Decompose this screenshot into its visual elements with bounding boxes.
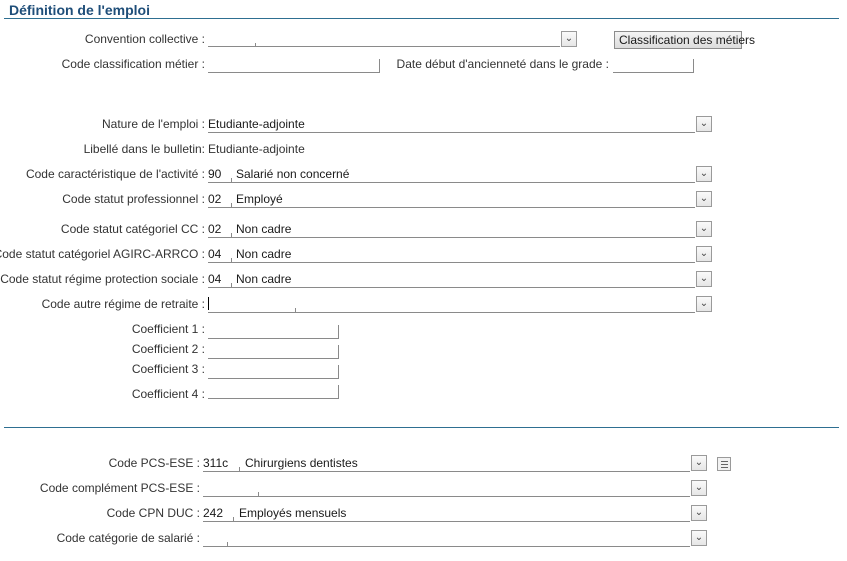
pcs-ese-label: Code PCS-ESE :: [108, 456, 200, 470]
nature-dropdown-button[interactable]: ⌄: [696, 116, 712, 132]
caracteristique-text: Salarié non concerné: [236, 167, 350, 181]
caracteristique-select[interactable]: 90 Salarié non concerné: [208, 166, 695, 183]
statut-cc-dropdown-button[interactable]: ⌄: [696, 221, 712, 237]
statut-regime-code: 04: [208, 272, 222, 286]
complement-pcs-dropdown-button[interactable]: ⌄: [691, 480, 707, 496]
cpn-duc-label: Code CPN DUC :: [106, 506, 200, 520]
cpn-duc-code: 242: [203, 506, 224, 520]
coefficient-3-input[interactable]: [208, 365, 339, 379]
cpn-duc-dropdown-button[interactable]: ⌄: [691, 505, 707, 521]
coefficient-4-input[interactable]: [208, 385, 339, 399]
pcs-ese-select[interactable]: 311c Chirurgiens dentistes: [203, 455, 690, 472]
section-title: Définition de l'emploi: [9, 2, 150, 18]
cpn-duc-select[interactable]: 242 Employés mensuels: [203, 505, 690, 522]
date-anciennete-label: Date début d'ancienneté dans le grade :: [396, 57, 609, 71]
autre-regime-label: Code autre régime de retraite :: [41, 297, 205, 311]
pcs-ese-code: 311c: [203, 456, 229, 470]
nature-select[interactable]: Etudiante-adjointe: [208, 116, 695, 133]
code-classification-input[interactable]: [208, 59, 380, 73]
classification-metiers-button[interactable]: Classification des métiers: [614, 31, 755, 49]
list-icon[interactable]: [717, 457, 731, 471]
nature-value: Etudiante-adjointe: [208, 117, 305, 131]
statut-agirc-dropdown-button[interactable]: ⌄: [696, 246, 712, 262]
chevron-down-icon: ⌄: [699, 223, 709, 234]
pcs-ese-text: Chirurgiens dentistes: [245, 456, 358, 470]
statut-cc-label: Code statut catégoriel CC :: [60, 222, 205, 236]
libelle-label: Libellé dans le bulletin:: [83, 142, 205, 156]
text-cursor: [208, 297, 209, 310]
convention-select[interactable]: [208, 32, 560, 47]
chevron-down-icon: ⌄: [699, 273, 709, 284]
coefficient-1-label: Coefficient 1 :: [131, 322, 205, 336]
statut-agirc-text: Non cadre: [236, 247, 292, 261]
statut-pro-code: 02: [208, 192, 222, 206]
statut-regime-dropdown-button[interactable]: ⌄: [696, 271, 712, 287]
convention-label: Convention collective :: [84, 32, 205, 46]
section-divider-top: [4, 18, 839, 19]
chevron-down-icon: ⌄: [694, 457, 704, 468]
cpn-duc-text: Employés mensuels: [239, 506, 347, 520]
chevron-down-icon: ⌄: [699, 168, 709, 179]
section-divider-middle: [4, 427, 839, 428]
statut-pro-dropdown-button[interactable]: ⌄: [696, 191, 712, 207]
statut-agirc-code: 04: [208, 247, 222, 261]
autre-regime-select[interactable]: [208, 296, 695, 313]
chevron-down-icon: ⌄: [694, 507, 704, 518]
statut-regime-label: Code statut régime protection sociale :: [0, 272, 205, 286]
coefficient-2-label: Coefficient 2 :: [131, 342, 205, 356]
statut-agirc-select[interactable]: 04 Non cadre: [208, 246, 695, 263]
statut-pro-text: Employé: [236, 192, 283, 206]
nature-label: Nature de l'emploi :: [101, 117, 205, 131]
categorie-salarie-dropdown-button[interactable]: ⌄: [691, 530, 707, 546]
statut-pro-select[interactable]: 02 Employé: [208, 191, 695, 208]
autre-regime-dropdown-button[interactable]: ⌄: [696, 296, 712, 312]
chevron-down-icon: ⌄: [699, 298, 709, 309]
statut-regime-text: Non cadre: [236, 272, 292, 286]
caracteristique-code: 90: [208, 167, 222, 181]
chevron-down-icon: ⌄: [694, 532, 704, 543]
coefficient-3-label: Coefficient 3 :: [131, 362, 205, 376]
coefficient-2-input[interactable]: [208, 345, 339, 359]
chevron-down-icon: ⌄: [694, 482, 704, 493]
date-anciennete-input[interactable]: [613, 59, 694, 73]
caracteristique-dropdown-button[interactable]: ⌄: [696, 166, 712, 182]
convention-dropdown-button[interactable]: ⌄: [561, 31, 577, 47]
complement-pcs-label: Code complément PCS-ESE :: [39, 481, 200, 495]
coefficient-1-input[interactable]: [208, 325, 339, 339]
chevron-down-icon: ⌄: [564, 33, 574, 44]
categorie-salarie-label: Code catégorie de salarié :: [56, 531, 200, 545]
statut-pro-label: Code statut professionnel :: [62, 192, 205, 206]
statut-cc-text: Non cadre: [236, 222, 292, 236]
statut-cc-select[interactable]: 02 Non cadre: [208, 221, 695, 238]
categorie-salarie-select[interactable]: [203, 530, 690, 547]
chevron-down-icon: ⌄: [699, 118, 709, 129]
statut-agirc-label: Code statut catégoriel AGIRC-ARRCO :: [0, 247, 205, 261]
coefficient-4-label: Coefficient 4 :: [131, 387, 205, 401]
code-classification-label: Code classification métier :: [61, 57, 205, 71]
libelle-value: Etudiante-adjointe: [208, 142, 305, 156]
statut-regime-select[interactable]: 04 Non cadre: [208, 271, 695, 288]
pcs-ese-dropdown-button[interactable]: ⌄: [691, 455, 707, 471]
caracteristique-label: Code caractéristique de l'activité :: [25, 167, 205, 181]
statut-cc-code: 02: [208, 222, 222, 236]
chevron-down-icon: ⌄: [699, 193, 709, 204]
complement-pcs-select[interactable]: [203, 480, 690, 497]
chevron-down-icon: ⌄: [699, 248, 709, 259]
